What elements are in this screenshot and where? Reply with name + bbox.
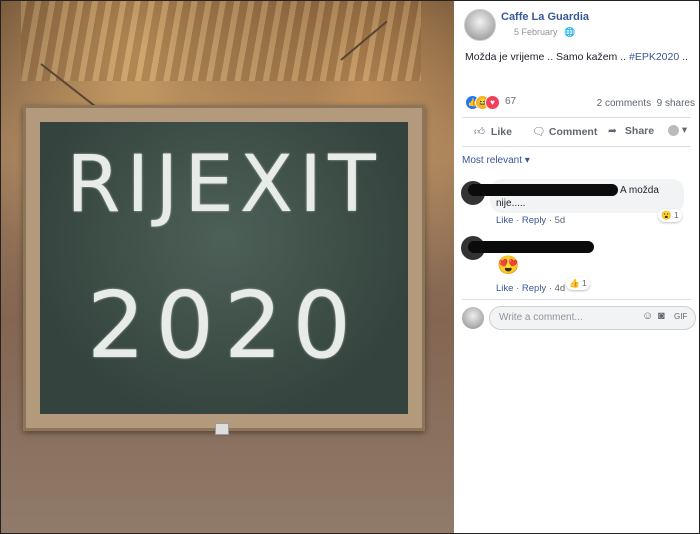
hashtag-link[interactable]: #EPK2020 [629,51,679,63]
comments-count-link[interactable]: 2 comments [597,98,651,109]
redacted-name [468,184,618,196]
screenshot-frame: RIJEXIT 2020 Caffe La Guardia 5 February… [0,0,700,534]
comment-like-link[interactable]: Like [496,215,513,226]
post-as-selector[interactable]: ▾ [668,124,687,136]
comments-filter[interactable]: Most relevant ▾ [462,155,530,166]
emoji-icon[interactable]: ☺ [642,310,653,322]
gif-icon[interactable]: GIF [674,312,687,321]
chalkboard: RIJEXIT 2020 [40,122,408,414]
post-stats: 2 comments 9 shares [597,98,695,109]
speech-bubble-icon: 🗨︎ [532,126,546,138]
like-reaction-icon: 👍 [569,278,580,288]
post-text-tail: .. [679,51,688,63]
user-avatar [462,307,484,329]
comment-reply-link[interactable]: Reply [522,215,546,226]
comment-button-label: Comment [548,126,598,138]
reaction-count: 67 [505,96,517,107]
post-actions: 👍︎ Like 🗨︎ Comment ➦ Share ▾ [462,121,695,143]
comment-reaction-badge[interactable]: 👍 1 [566,277,590,290]
love-reaction-icon: ♥ [485,95,500,110]
comment-reaction-count: 1 [581,278,587,288]
comment-meta: Like · Reply · 4d [496,283,566,294]
share-button[interactable]: ➦ Share [608,125,654,137]
chalkboard-text-line1: RIJEXIT [66,140,382,230]
comment-button[interactable]: 🗨︎ Comment [532,125,597,138]
mini-avatar [668,124,679,136]
comment-age[interactable]: 5d [555,215,566,226]
heart-eyes-emoji: 😍 [497,255,520,275]
post-panel: Caffe La Guardia 5 February 🌐 Možda je v… [454,1,699,533]
chalkboard-text-line2: 2020 [86,272,362,379]
page-name-link[interactable]: Caffe La Guardia [501,11,589,23]
comment-reply-link[interactable]: Reply [522,283,546,294]
post-text-body: Možda je vrijeme .. Samo kažem .. [465,51,629,63]
comment-reaction-badge[interactable]: 😮 1 [658,209,682,222]
comment-input[interactable]: Write a comment... ☺ ◙ GIF [489,306,696,330]
globe-icon: 🌐 [564,27,576,37]
comment-meta: Like · Reply · 5d [496,215,566,226]
post-text: Možda je vrijeme .. Samo kažem .. #EPK20… [465,51,688,63]
divider-composer [462,299,691,300]
redacted-name [468,241,594,253]
comment-input-placeholder: Write a comment... [499,312,583,323]
page-avatar[interactable] [464,9,496,41]
thumbs-up-icon: 👍︎ [474,126,485,138]
shares-count-link[interactable]: 9 shares [657,98,695,109]
post-date[interactable]: 5 February [514,27,558,37]
chalkboard-frame: RIJEXIT 2020 [23,105,425,431]
share-arrow-icon: ➦ [608,125,617,137]
like-button-label: Like [490,126,512,138]
comment-text: A možda [620,185,659,196]
share-button-label: Share [624,125,655,137]
divider-bottom [462,146,691,147]
comment-text-line2: nije..... [496,198,526,209]
camera-icon[interactable]: ◙ [658,310,665,322]
divider-top [462,117,691,118]
comment-reaction-count: 1 [673,210,679,220]
like-button[interactable]: 👍︎ Like [474,125,512,138]
board-clip [215,423,229,435]
chevron-down-icon: ▾ [681,124,688,136]
wow-reaction-icon: 😮 [661,210,672,220]
comment-age[interactable]: 4d [555,283,566,294]
post-photo[interactable]: RIJEXIT 2020 [1,1,454,533]
comment-like-link[interactable]: Like [496,283,513,294]
